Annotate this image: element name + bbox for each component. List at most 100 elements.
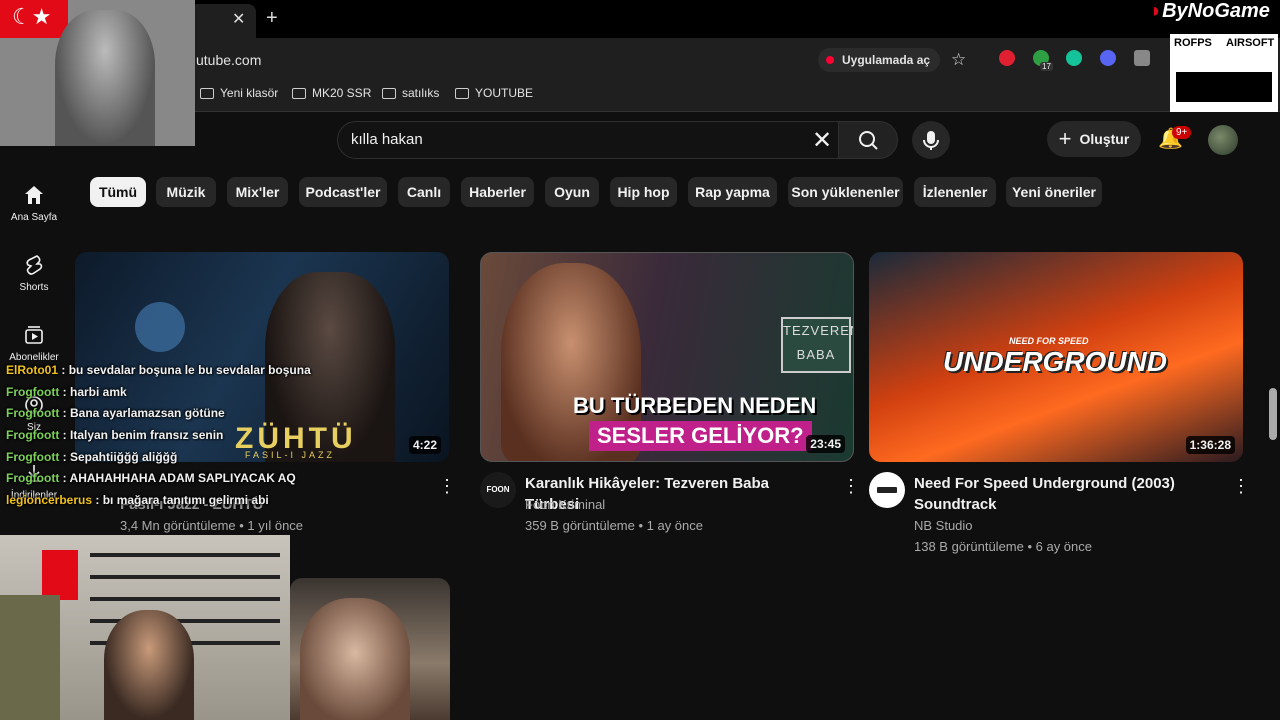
webcam-overlay bbox=[0, 535, 290, 720]
chat-message: Frogfoott : AHAHAHHAHA ADAM SAPLIYACAK A… bbox=[6, 471, 296, 485]
chip-all[interactable]: Tümü bbox=[90, 177, 146, 207]
chip-watched[interactable]: İzlenenler bbox=[914, 177, 996, 207]
bookmark-star-icon[interactable]: ☆ bbox=[951, 50, 966, 70]
search-button[interactable] bbox=[838, 121, 898, 159]
bookmark-folder[interactable]: Yeni klasör bbox=[200, 86, 278, 100]
video-duration: 4:22 bbox=[408, 436, 441, 454]
sponsor-right-text: AIRSOFT bbox=[1226, 37, 1275, 49]
chip-rap[interactable]: Rap yapma bbox=[688, 177, 777, 207]
video-thumbnail[interactable]: TEZVEREN BABA BU TÜRBEDEN NEDEN SESLER G… bbox=[480, 252, 854, 462]
url-text[interactable]: utube.com bbox=[196, 52, 261, 68]
chat-message: Frogfoott : Italyan benim fransız senin bbox=[6, 428, 224, 442]
scrollbar-thumb[interactable] bbox=[1269, 388, 1277, 440]
bookmark-folder[interactable]: satılıks bbox=[382, 86, 439, 100]
chat-user: Frogfoott bbox=[6, 428, 60, 442]
thumbnail-sign: TEZVEREN BABA bbox=[781, 317, 853, 373]
more-options-icon[interactable]: ⋮ bbox=[1232, 476, 1250, 497]
bookmark-folder[interactable]: MK20 SSR bbox=[292, 86, 371, 100]
chip-new-suggestions[interactable]: Yeni öneriler bbox=[1006, 177, 1102, 207]
shield-extension-icon[interactable] bbox=[1134, 50, 1150, 66]
crescent-star-icon: ☾★ bbox=[12, 4, 52, 29]
turkish-flag: ☾★ bbox=[0, 0, 68, 38]
folder-icon bbox=[200, 87, 214, 99]
video-meta: 138 B görüntüleme • 6 ay önce bbox=[914, 539, 1093, 554]
browser-tab[interactable] bbox=[190, 4, 256, 38]
chip-recent[interactable]: Son yüklenenler bbox=[788, 177, 903, 207]
folder-icon bbox=[455, 87, 469, 99]
chat-user: Frogfoott bbox=[6, 406, 60, 420]
chat-text: AHAHAHHAHA ADAM SAPLIYACAK AQ bbox=[69, 471, 296, 485]
more-options-icon[interactable]: ⋮ bbox=[438, 476, 456, 497]
more-options-icon[interactable]: ⋮ bbox=[842, 476, 860, 497]
video-meta: 3,4 Mn görüntüleme • 1 yıl önce bbox=[120, 518, 304, 533]
extension-red-icon[interactable] bbox=[999, 50, 1015, 66]
chip-gaming[interactable]: Oyun bbox=[545, 177, 599, 207]
new-tab-icon[interactable]: + bbox=[266, 7, 278, 30]
chat-text: Bana ayarlamazsan götüne bbox=[69, 406, 225, 420]
bookmark-folder[interactable]: YOUTUBE bbox=[455, 86, 533, 100]
channel-avatar[interactable] bbox=[869, 472, 905, 508]
home-icon bbox=[25, 186, 43, 204]
sponsor-left-text: ROFPS bbox=[1174, 37, 1212, 49]
portrait-overlay: ☾★ bbox=[0, 0, 195, 146]
tab-close-icon[interactable]: ✕ bbox=[232, 9, 245, 29]
plus-icon: + bbox=[1058, 126, 1072, 151]
chat-text: bu sevdalar boşuna le bu sevdalar boşuna bbox=[68, 363, 311, 377]
create-label: Oluştur bbox=[1079, 131, 1130, 147]
mannequin bbox=[0, 595, 60, 720]
chip-podcasts[interactable]: Podcast'ler bbox=[299, 177, 387, 207]
thumbnail-logo: UNDERGROUND bbox=[943, 346, 1167, 377]
brand-mark-icon: ◗ bbox=[1150, 0, 1163, 22]
chip-live[interactable]: Canlı bbox=[398, 177, 450, 207]
search-input[interactable]: kılla hakan bbox=[351, 131, 423, 148]
brand-text: ByNoGame bbox=[1162, 0, 1270, 22]
notification-badge: 9+ bbox=[1172, 126, 1192, 139]
thumbnail-light bbox=[135, 302, 185, 352]
chat-user: Frogfoott bbox=[6, 450, 60, 464]
account-avatar[interactable] bbox=[1208, 125, 1238, 155]
channel-name[interactable]: NB Studio bbox=[914, 518, 973, 533]
channel-avatar[interactable]: FOON bbox=[480, 472, 516, 508]
chat-user: Frogfoott bbox=[6, 471, 60, 485]
soldiers-silhouette-icon bbox=[1176, 52, 1272, 102]
chip-news[interactable]: Haberler bbox=[461, 177, 534, 207]
chat-user: ElRoto01 bbox=[6, 363, 59, 377]
chat-message: Frogfoott : Sepahtiiğğğ aliğğğ bbox=[6, 450, 178, 464]
chat-user: Frogfoott bbox=[6, 385, 60, 399]
chat-message: ElRoto01 : bu sevdalar boşuna le bu sevd… bbox=[6, 363, 311, 377]
extension-badge: 17 bbox=[1040, 62, 1053, 71]
shorts-icon bbox=[26, 255, 43, 275]
video-title[interactable]: Need For Speed Underground (2003) Soundt… bbox=[914, 473, 1214, 515]
bookmark-label: satılıks bbox=[402, 86, 440, 100]
thumbnail-face bbox=[300, 598, 410, 720]
chip-hiphop[interactable]: Hip hop bbox=[610, 177, 677, 207]
folder-icon bbox=[382, 87, 396, 99]
voice-search-button[interactable] bbox=[912, 121, 950, 159]
sidebar-item-shorts[interactable]: Shorts bbox=[6, 254, 62, 293]
sidebar-item-subscriptions[interactable]: Abonelikler bbox=[6, 324, 62, 363]
chat-text: harbi amk bbox=[69, 385, 127, 399]
chat-user: legioncerberus bbox=[6, 493, 93, 507]
sidebar-label: Ana Sayfa bbox=[10, 212, 58, 223]
thumbnail-headline-1: BU TÜRBEDEN NEDEN bbox=[573, 393, 817, 418]
video-meta: 359 B görüntüleme • 1 ay önce bbox=[525, 518, 704, 533]
streamer-figure bbox=[104, 610, 194, 720]
video-thumbnail[interactable] bbox=[290, 578, 450, 720]
chat-text: Italyan benim fransız senin bbox=[69, 428, 224, 442]
create-button[interactable]: + Oluştur bbox=[1047, 121, 1141, 157]
bookmark-label: Yeni klasör bbox=[220, 86, 279, 100]
chat-message: legioncerberus : bı mağara tanıtımı geli… bbox=[6, 493, 269, 507]
sidebar-item-home[interactable]: Ana Sayfa bbox=[6, 184, 62, 223]
chat-text: Sepahtiiğğğ aliğğğ bbox=[69, 450, 178, 464]
video-thumbnail[interactable]: NEED FOR SPEED UNDERGROUND 1:36:28 bbox=[869, 252, 1243, 462]
open-in-app-button[interactable]: Uygulamada aç bbox=[818, 48, 941, 72]
folder-icon bbox=[292, 87, 306, 99]
thumbnail-brand: NEED FOR SPEED bbox=[1009, 336, 1089, 346]
clear-search-icon[interactable]: ✕ bbox=[812, 126, 832, 155]
grammarly-icon[interactable] bbox=[1066, 50, 1082, 66]
chip-music[interactable]: Müzik bbox=[156, 177, 216, 207]
extension-blue-icon[interactable] bbox=[1100, 50, 1116, 66]
channel-name[interactable]: Foon Kriminal bbox=[525, 497, 605, 512]
subscriptions-icon bbox=[25, 326, 43, 344]
chip-mixes[interactable]: Mix'ler bbox=[227, 177, 288, 207]
